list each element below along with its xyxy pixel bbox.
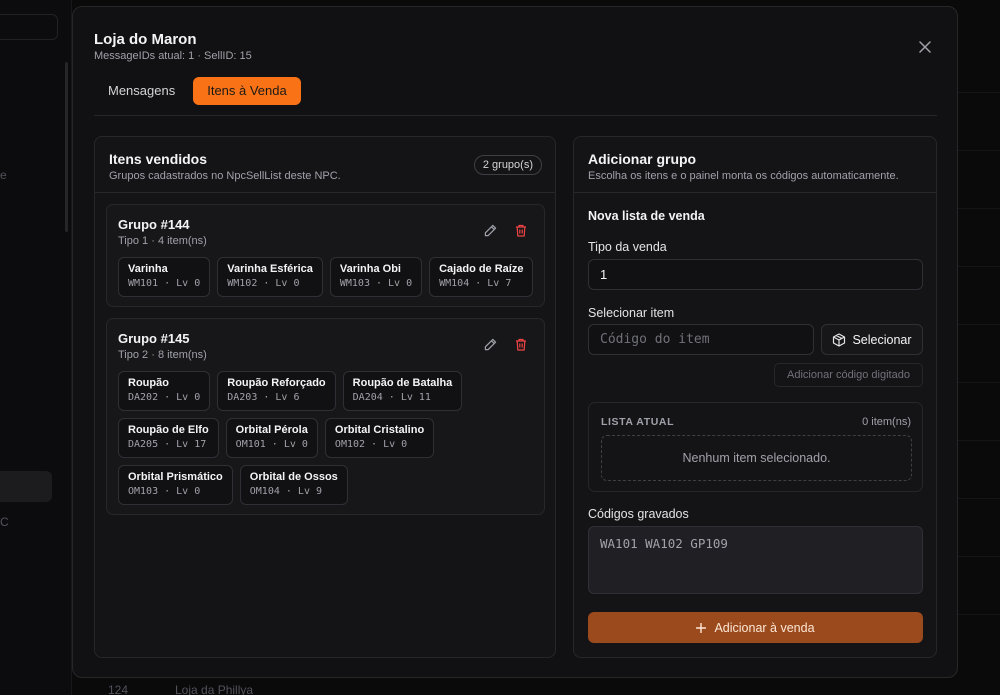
group-title: Grupo #145	[118, 331, 190, 346]
background-row-id: 124	[108, 683, 129, 695]
shop-modal: Loja do Maron MessageIDs atual: 1 · Sell…	[72, 6, 958, 678]
background-sidebar: e C	[0, 0, 72, 695]
sale-type-input[interactable]: 1	[588, 259, 923, 290]
item-chip: Cajado de Raíze WM104 · Lv 7	[429, 257, 534, 297]
item-name: Orbital Pérola	[235, 424, 308, 436]
background-row-name: Loja da Phillya	[175, 683, 254, 695]
plus-icon	[696, 622, 707, 633]
modal-subtitle: MessageIDs atual: 1 · SellID: 15	[94, 50, 252, 62]
group-subtitle: Tipo 1 · 4 item(ns)	[118, 235, 207, 247]
item-name: Roupão de Batalha	[352, 377, 453, 389]
item-name: Cajado de Raíze	[439, 263, 524, 275]
select-item-label: Selecionar item	[588, 306, 675, 320]
current-list-count: 0 item(ns)	[862, 416, 911, 428]
close-icon	[919, 41, 931, 53]
pencil-icon	[484, 224, 496, 236]
item-meta: DA202 · Lv 0	[128, 392, 201, 403]
item-chip: Orbital Cristalino OM102 · Lv 0	[324, 418, 435, 458]
add-typed-code-button[interactable]: Adicionar código digitado	[774, 363, 923, 387]
item-chip: Orbital de Ossos OM104 · Lv 9	[239, 465, 348, 505]
background-table-row: 124 Loja da Phillya	[72, 678, 1000, 695]
sold-items-panel: Itens vendidos Grupos cadastrados no Npc…	[94, 136, 556, 658]
section-title: Nova lista de venda	[588, 209, 705, 223]
item-name: Orbital de Ossos	[249, 471, 338, 483]
item-name: Orbital Prismático	[128, 471, 223, 483]
select-item-button[interactable]: Selecionar	[821, 324, 923, 355]
item-name: Roupão	[128, 377, 169, 389]
item-meta: OM103 · Lv 0	[128, 486, 201, 497]
item-chip: Varinha Esférica WM102 · Lv 0	[217, 257, 323, 297]
item-name: Varinha Esférica	[227, 263, 313, 275]
group-count-badge: 2 grupo(s)	[473, 155, 542, 175]
item-chip: Roupão Reforçado DA203 · Lv 6	[217, 371, 336, 411]
modal-title: Loja do Maron	[94, 31, 197, 48]
background-active-item	[0, 471, 52, 502]
item-meta: OM101 · Lv 0	[235, 439, 308, 450]
pencil-icon	[484, 338, 496, 350]
delete-group-button[interactable]	[512, 221, 530, 239]
item-meta: WM104 · Lv 7	[439, 278, 512, 289]
edit-group-button[interactable]	[481, 221, 499, 239]
panel-title: Itens vendidos	[109, 151, 208, 167]
item-chip: Varinha Obi WM103 · Lv 0	[329, 257, 423, 297]
item-chip: Roupão de Elfo DA205 · Lv 17	[118, 418, 219, 458]
item-chip-list: Varinha WM101 · Lv 0 Varinha Esférica WM…	[118, 257, 538, 297]
item-chip: Orbital Prismático OM103 · Lv 0	[118, 465, 233, 505]
item-meta: DA204 · Lv 11	[352, 392, 431, 403]
group-card: Grupo #145 Tipo 2 · 8 item(ns) Roupão DA…	[106, 318, 545, 515]
select-item-label-text: Selecionar	[852, 332, 912, 347]
item-chip: Varinha WM101 · Lv 0	[118, 257, 211, 297]
codes-textarea[interactable]: WA101 WA102 GP109	[588, 526, 923, 594]
current-list-empty: Nenhum item selecionado.	[601, 435, 912, 481]
item-name: Varinha Obi	[339, 263, 401, 275]
item-name: Orbital Cristalino	[334, 424, 425, 436]
current-list: LISTA ATUAL 0 item(ns) Nenhum item selec…	[588, 402, 923, 492]
item-chip: Orbital Pérola OM101 · Lv 0	[225, 418, 318, 458]
tab-mensagens[interactable]: Mensagens	[94, 77, 189, 105]
delete-group-button[interactable]	[512, 335, 530, 353]
panel-subtitle: Grupos cadastrados no NpcSellList deste …	[109, 170, 341, 182]
item-chip: Roupão DA202 · Lv 0	[118, 371, 211, 411]
item-meta: DA205 · Lv 17	[128, 439, 207, 450]
close-button[interactable]	[913, 35, 937, 59]
item-chip: Roupão de Batalha DA204 · Lv 11	[342, 371, 463, 411]
background-text-fragment: C	[0, 515, 9, 529]
tab-itens-a-venda[interactable]: Itens à Venda	[193, 77, 301, 105]
panel-title: Adicionar grupo	[588, 151, 697, 167]
item-meta: WM103 · Lv 0	[339, 278, 413, 289]
item-name: Roupão de Elfo	[128, 424, 209, 436]
background-search	[0, 14, 58, 40]
panel-header: Itens vendidos Grupos cadastrados no Npc…	[95, 137, 555, 193]
group-title: Grupo #144	[118, 217, 190, 232]
panel-header: Adicionar grupo Escolha os itens e o pai…	[574, 137, 936, 193]
item-meta: WM101 · Lv 0	[128, 278, 201, 289]
background-text-fragment: e	[0, 168, 7, 182]
add-to-sale-label: Adicionar à venda	[714, 620, 815, 635]
panel-subtitle: Escolha os itens e o painel monta os cód…	[588, 170, 899, 182]
trash-icon	[516, 338, 526, 351]
background-scrollbar	[65, 62, 68, 232]
group-subtitle: Tipo 2 · 8 item(ns)	[118, 349, 207, 361]
tab-bar: Mensagens Itens à Venda	[94, 77, 301, 105]
add-group-panel: Adicionar grupo Escolha os itens e o pai…	[573, 136, 937, 658]
item-chip-list: Roupão DA202 · Lv 0 Roupão Reforçado DA2…	[118, 371, 538, 505]
item-code-input[interactable]: Código do item	[588, 324, 814, 355]
edit-group-button[interactable]	[481, 335, 499, 353]
item-meta: WM102 · Lv 0	[227, 278, 300, 289]
group-card: Grupo #144 Tipo 1 · 4 item(ns) Varinha W…	[106, 204, 545, 307]
item-name: Roupão Reforçado	[227, 377, 326, 389]
sale-type-label: Tipo da venda	[588, 240, 667, 254]
current-list-header: LISTA ATUAL	[601, 416, 675, 428]
package-icon	[833, 332, 846, 347]
item-name: Varinha	[128, 263, 168, 275]
item-meta: OM104 · Lv 9	[249, 486, 323, 497]
item-meta: OM102 · Lv 0	[334, 439, 408, 450]
add-to-sale-button[interactable]: Adicionar à venda	[588, 612, 923, 643]
codes-label: Códigos gravados	[588, 507, 689, 521]
item-meta: DA203 · Lv 6	[227, 392, 300, 403]
tab-divider	[94, 115, 937, 116]
trash-icon	[516, 224, 526, 237]
